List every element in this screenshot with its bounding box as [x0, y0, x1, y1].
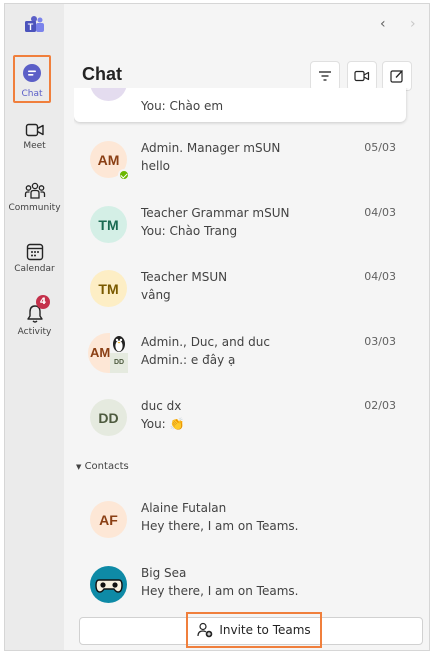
community-icon	[24, 182, 45, 199]
avatar: TM	[90, 270, 127, 307]
chat-date: 04/03	[364, 206, 396, 219]
chat-date: 05/03	[364, 141, 396, 154]
filter-button[interactable]	[310, 61, 340, 91]
contact-item[interactable]: AF Alaine Futalan Hey there, I am on Tea…	[74, 495, 406, 559]
invite-to-teams-button[interactable]: Invite to Teams	[186, 612, 322, 648]
back-arrow-icon[interactable]: ‹	[380, 16, 386, 32]
new-chat-button[interactable]	[382, 61, 412, 91]
chat-item[interactable]: TM Teacher MSUN vâng 04/03	[74, 264, 406, 328]
chat-list: You: Chào em AM Admin. Manager mSUN hell…	[74, 88, 410, 614]
group-avatar: AM DD	[88, 333, 128, 373]
rail-item-meet[interactable]: Meet	[5, 122, 64, 151]
chat-name: Teacher MSUN	[141, 270, 228, 284]
gamepad-icon	[94, 578, 123, 593]
filter-icon	[319, 71, 331, 81]
rail-item-chat[interactable]: Chat	[13, 55, 51, 103]
chat-name: duc dx	[141, 399, 182, 413]
chat-item-group[interactable]: AM DD Admin., Duc, and duc Admin.: e đây…	[74, 329, 406, 393]
chat-item[interactable]: DD duc dx You: 👏 02/03	[74, 393, 406, 457]
chat-date: 03/03	[364, 335, 396, 348]
chat-item[interactable]: TM Teacher Grammar mSUN You: Chào Trang …	[74, 200, 406, 264]
contact-status: Hey there, I am on Teams.	[141, 584, 299, 598]
app-rail: T Chat Meet Community Calendar Activity …	[5, 4, 64, 650]
video-camera-icon	[25, 123, 44, 137]
rail-item-calendar[interactable]: Calendar	[5, 243, 64, 274]
meet-now-button[interactable]	[347, 61, 377, 91]
rail-label-community: Community	[8, 203, 61, 213]
rail-label-chat: Chat	[21, 89, 43, 99]
chat-preview: You: Chào Trang	[141, 224, 238, 238]
presence-available-icon	[118, 169, 130, 181]
add-person-icon	[197, 622, 213, 638]
svg-text:T: T	[27, 22, 33, 32]
avatar: DD	[90, 399, 127, 436]
chat-name: Teacher Grammar mSUN	[141, 206, 290, 220]
rail-label-calendar: Calendar	[14, 264, 55, 274]
chat-panel: ‹ › Chat You: Chào em AM Admin. Manager …	[64, 4, 429, 650]
video-camera-icon	[354, 70, 370, 82]
teams-window: T Chat Meet Community Calendar Activity …	[4, 3, 430, 651]
avatar: AF	[90, 501, 127, 538]
activity-badge: 4	[36, 295, 50, 309]
chat-item[interactable]: AM Admin. Manager mSUN hello 05/03	[74, 135, 406, 199]
contact-name: Big Sea	[141, 566, 187, 580]
forward-arrow-icon[interactable]: ›	[410, 16, 416, 32]
penguin-icon	[110, 333, 128, 353]
rail-item-community[interactable]: Community	[5, 182, 64, 213]
chat-preview: You: Chào em	[141, 99, 224, 113]
chat-item-selected[interactable]: You: Chào em	[74, 88, 406, 122]
rail-label-activity: Activity	[17, 327, 52, 337]
contacts-section-header[interactable]: ▼ Contacts	[76, 461, 129, 472]
contact-status: Hey there, I am on Teams.	[141, 519, 299, 533]
compose-icon	[390, 70, 403, 83]
group-avatar-part: AM	[88, 333, 110, 373]
invite-bar: Invite to Teams	[79, 612, 423, 648]
caret-down-icon: ▼	[76, 463, 82, 471]
rail-label-meet: Meet	[23, 141, 46, 151]
section-label: Contacts	[84, 461, 129, 472]
chat-date: 02/03	[364, 399, 396, 412]
chat-date: 04/03	[364, 270, 396, 283]
invite-label: Invite to Teams	[219, 623, 311, 637]
rail-item-activity[interactable]: Activity	[5, 304, 64, 337]
chat-name: Admin., Duc, and duc	[141, 335, 270, 349]
chat-preview: vâng	[141, 288, 171, 302]
chat-preview: You: 👏	[141, 417, 185, 431]
chat-icon	[23, 64, 41, 82]
avatar: TM	[90, 206, 127, 243]
chat-name: Admin. Manager mSUN	[141, 141, 281, 155]
page-title: Chat	[82, 64, 122, 84]
teams-logo-icon: T	[5, 16, 64, 34]
contact-name: Alaine Futalan	[141, 501, 227, 515]
calendar-icon	[26, 243, 43, 261]
contact-item[interactable]: Big Sea Hey there, I am on Teams.	[74, 560, 406, 614]
avatar	[90, 88, 127, 101]
chat-preview: hello	[141, 159, 170, 173]
group-avatar-part: DD	[110, 353, 128, 373]
chat-preview: Admin.: e đây ạ	[141, 353, 236, 367]
avatar	[90, 566, 127, 603]
